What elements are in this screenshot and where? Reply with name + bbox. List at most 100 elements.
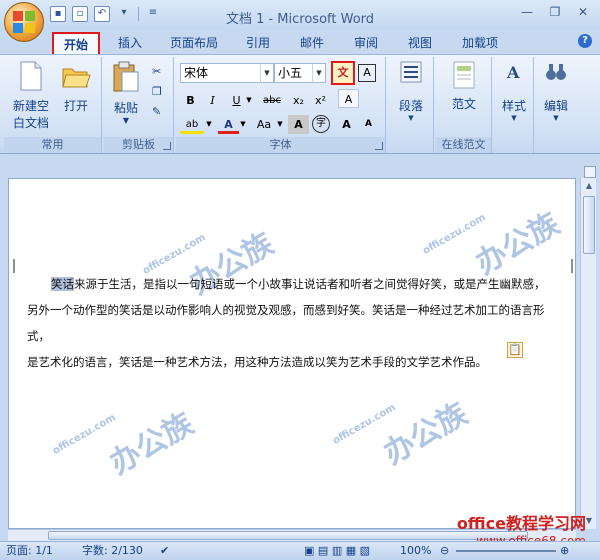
selected-text[interactable]: 笑话 <box>51 277 74 291</box>
editing-button[interactable]: 编辑 ▼ <box>538 61 574 122</box>
font-color-button[interactable]: A <box>218 115 239 134</box>
paragraph-line-2: 另外一个动作型的笑话是以动作影响人的视觉及观感，而感到好笑。笑话是一种经过艺术加… <box>27 303 545 343</box>
font-name-select[interactable]: 宋体 ▼ <box>180 63 274 83</box>
document-paragraph: 笑话来源于生活，是指以一句短语或一个小故事让说话者和听者之间觉得好笑，或是产生幽… <box>27 271 567 375</box>
group-common: 新建空 白文档 打开 常用 <box>4 57 102 153</box>
outline-icon[interactable]: ▦ <box>346 544 356 557</box>
tab-references[interactable]: 引用 <box>238 32 278 54</box>
zoom-slider[interactable] <box>456 550 556 552</box>
binoculars-icon <box>546 64 566 80</box>
proofing-icon[interactable]: ✔ <box>160 542 169 560</box>
font-size-dropdown-icon[interactable]: ▼ <box>312 64 325 82</box>
font-color-dropdown-icon[interactable]: ▼ <box>238 115 248 134</box>
view-ruler-button[interactable] <box>584 166 596 178</box>
shrink-font-button[interactable]: A <box>358 115 379 134</box>
character-border-button[interactable]: A <box>358 64 376 82</box>
open-label: 打开 <box>63 99 88 113</box>
group-templates-label: 在线范文 <box>436 137 491 153</box>
underline-dropdown-icon[interactable]: ▼ <box>244 91 254 110</box>
clipboard-launcher-icon[interactable] <box>163 142 171 150</box>
brand-line1: office教程学习网 <box>456 514 586 533</box>
close-button[interactable]: ✕ <box>570 3 596 23</box>
styles-icon: A <box>506 63 520 82</box>
paragraph-button[interactable]: 段落 ▼ <box>392 61 430 122</box>
page-count[interactable]: 页面: 1/1 <box>6 542 53 560</box>
full-screen-reading-icon[interactable]: ▤ <box>318 544 328 557</box>
group-paragraph: 段落 ▼ <box>388 57 434 153</box>
paste-icon <box>113 61 139 92</box>
superscript-button[interactable]: x² <box>310 91 331 110</box>
restore-button[interactable]: ❐ <box>542 3 568 23</box>
change-case-button[interactable]: Aa <box>252 115 276 134</box>
paragraph-icon <box>400 61 422 83</box>
grow-font-button[interactable]: A <box>336 115 357 134</box>
paste-dropdown-icon[interactable]: ▼ <box>108 116 144 125</box>
tab-addins[interactable]: 加载项 <box>454 32 506 54</box>
word-count[interactable]: 字数: 2/130 <box>82 542 143 560</box>
paste-label: 粘贴 <box>113 101 138 115</box>
template-label: 范文 <box>451 97 476 111</box>
new-document-icon <box>20 61 42 91</box>
zoom-level[interactable]: 100% <box>400 542 431 560</box>
group-templates: 范文 在线范文 <box>436 57 492 153</box>
help-icon[interactable]: ? <box>578 34 592 48</box>
highlight-dropdown-icon[interactable]: ▼ <box>204 115 214 134</box>
format-painter-icon[interactable]: ✎ <box>152 103 161 121</box>
editing-dropdown-icon[interactable]: ▼ <box>538 114 574 122</box>
template-button[interactable]: 范文 <box>444 61 484 112</box>
paste-options-icon[interactable]: 📋 <box>507 342 523 358</box>
character-shading-button[interactable]: A <box>288 115 309 134</box>
vertical-scrollbar[interactable]: ▲ ▼ <box>580 178 596 529</box>
office-logo-icon <box>13 11 35 33</box>
enclose-characters-button[interactable]: 字 <box>312 115 330 133</box>
vertical-scroll-thumb[interactable] <box>583 196 595 254</box>
zoom-out-icon[interactable]: ⊖ <box>440 542 449 560</box>
font-name-value: 宋体 <box>184 66 209 80</box>
phonetic-guide-button[interactable]: 文 <box>331 61 355 85</box>
left-margin-marker <box>13 259 15 273</box>
highlight-button[interactable]: ab <box>180 115 204 134</box>
paragraph-label: 段落 <box>398 99 423 113</box>
paragraph-dropdown-icon[interactable]: ▼ <box>392 114 430 122</box>
group-styles: A 样式 ▼ <box>494 57 534 153</box>
open-button[interactable]: 打开 <box>56 61 96 114</box>
styles-label: 样式 <box>501 99 526 113</box>
scroll-up-icon[interactable]: ▲ <box>581 178 597 194</box>
new-label-line2: 白文档 <box>12 116 49 130</box>
ribbon: 新建空 白文档 打开 常用 粘贴 ▼ ✂ ❐ ✎ 剪贴板 宋体 ▼ 小五 ▼ 文… <box>0 54 600 154</box>
styles-button[interactable]: A 样式 ▼ <box>496 61 532 122</box>
subscript-button[interactable]: x₂ <box>288 91 309 110</box>
tab-mailings[interactable]: 邮件 <box>292 32 332 54</box>
tab-view[interactable]: 视图 <box>400 32 440 54</box>
draft-icon[interactable]: ▧ <box>360 544 370 557</box>
paragraph-line-1: 笑话来源于生活，是指以一句短语或一个小故事让说话者和听者之间觉得好笑，或是产生幽… <box>27 271 567 297</box>
zoom-in-icon[interactable]: ⊕ <box>560 542 569 560</box>
bold-button[interactable]: B <box>180 91 201 110</box>
font-launcher-icon[interactable] <box>375 142 383 150</box>
clear-formatting-button[interactable]: A <box>338 89 359 108</box>
tab-page-layout[interactable]: 页面布局 <box>162 32 226 54</box>
styles-dropdown-icon[interactable]: ▼ <box>496 114 532 122</box>
web-layout-icon[interactable]: ▥ <box>332 544 342 557</box>
new-blank-document-button[interactable]: 新建空 白文档 <box>10 61 52 131</box>
copy-icon[interactable]: ❐ <box>152 83 162 101</box>
window-title: 文档 1 - Microsoft Word <box>225 12 375 27</box>
tab-home[interactable]: 开始 <box>52 32 100 54</box>
print-layout-icon[interactable]: ▣ <box>304 544 314 557</box>
change-case-dropdown-icon[interactable]: ▼ <box>275 115 285 134</box>
cut-icon[interactable]: ✂ <box>152 63 161 81</box>
svg-text:A: A <box>506 63 520 82</box>
strikethrough-button[interactable]: abc <box>260 91 284 110</box>
font-name-dropdown-icon[interactable]: ▼ <box>260 64 273 82</box>
paste-button[interactable]: 粘贴 ▼ <box>108 61 144 125</box>
font-size-select[interactable]: 小五 ▼ <box>274 63 326 83</box>
document-page[interactable]: officezu.com 办公族 officezu.com 办公族 office… <box>8 178 576 529</box>
tab-insert[interactable]: 插入 <box>110 32 150 54</box>
line1-text: 来源于生活，是指以一句短语或一个小故事让说话者和听者之间觉得好笑，或是产生幽默感… <box>74 277 546 291</box>
ribbon-tabs: 开始 插入 页面布局 引用 邮件 审阅 视图 加载项 <box>0 30 600 54</box>
window-controls: — ❐ ✕ <box>514 3 596 23</box>
italic-button[interactable]: I <box>202 91 223 110</box>
office-button[interactable] <box>4 2 44 42</box>
tab-review[interactable]: 审阅 <box>346 32 386 54</box>
minimize-button[interactable]: — <box>514 3 540 23</box>
